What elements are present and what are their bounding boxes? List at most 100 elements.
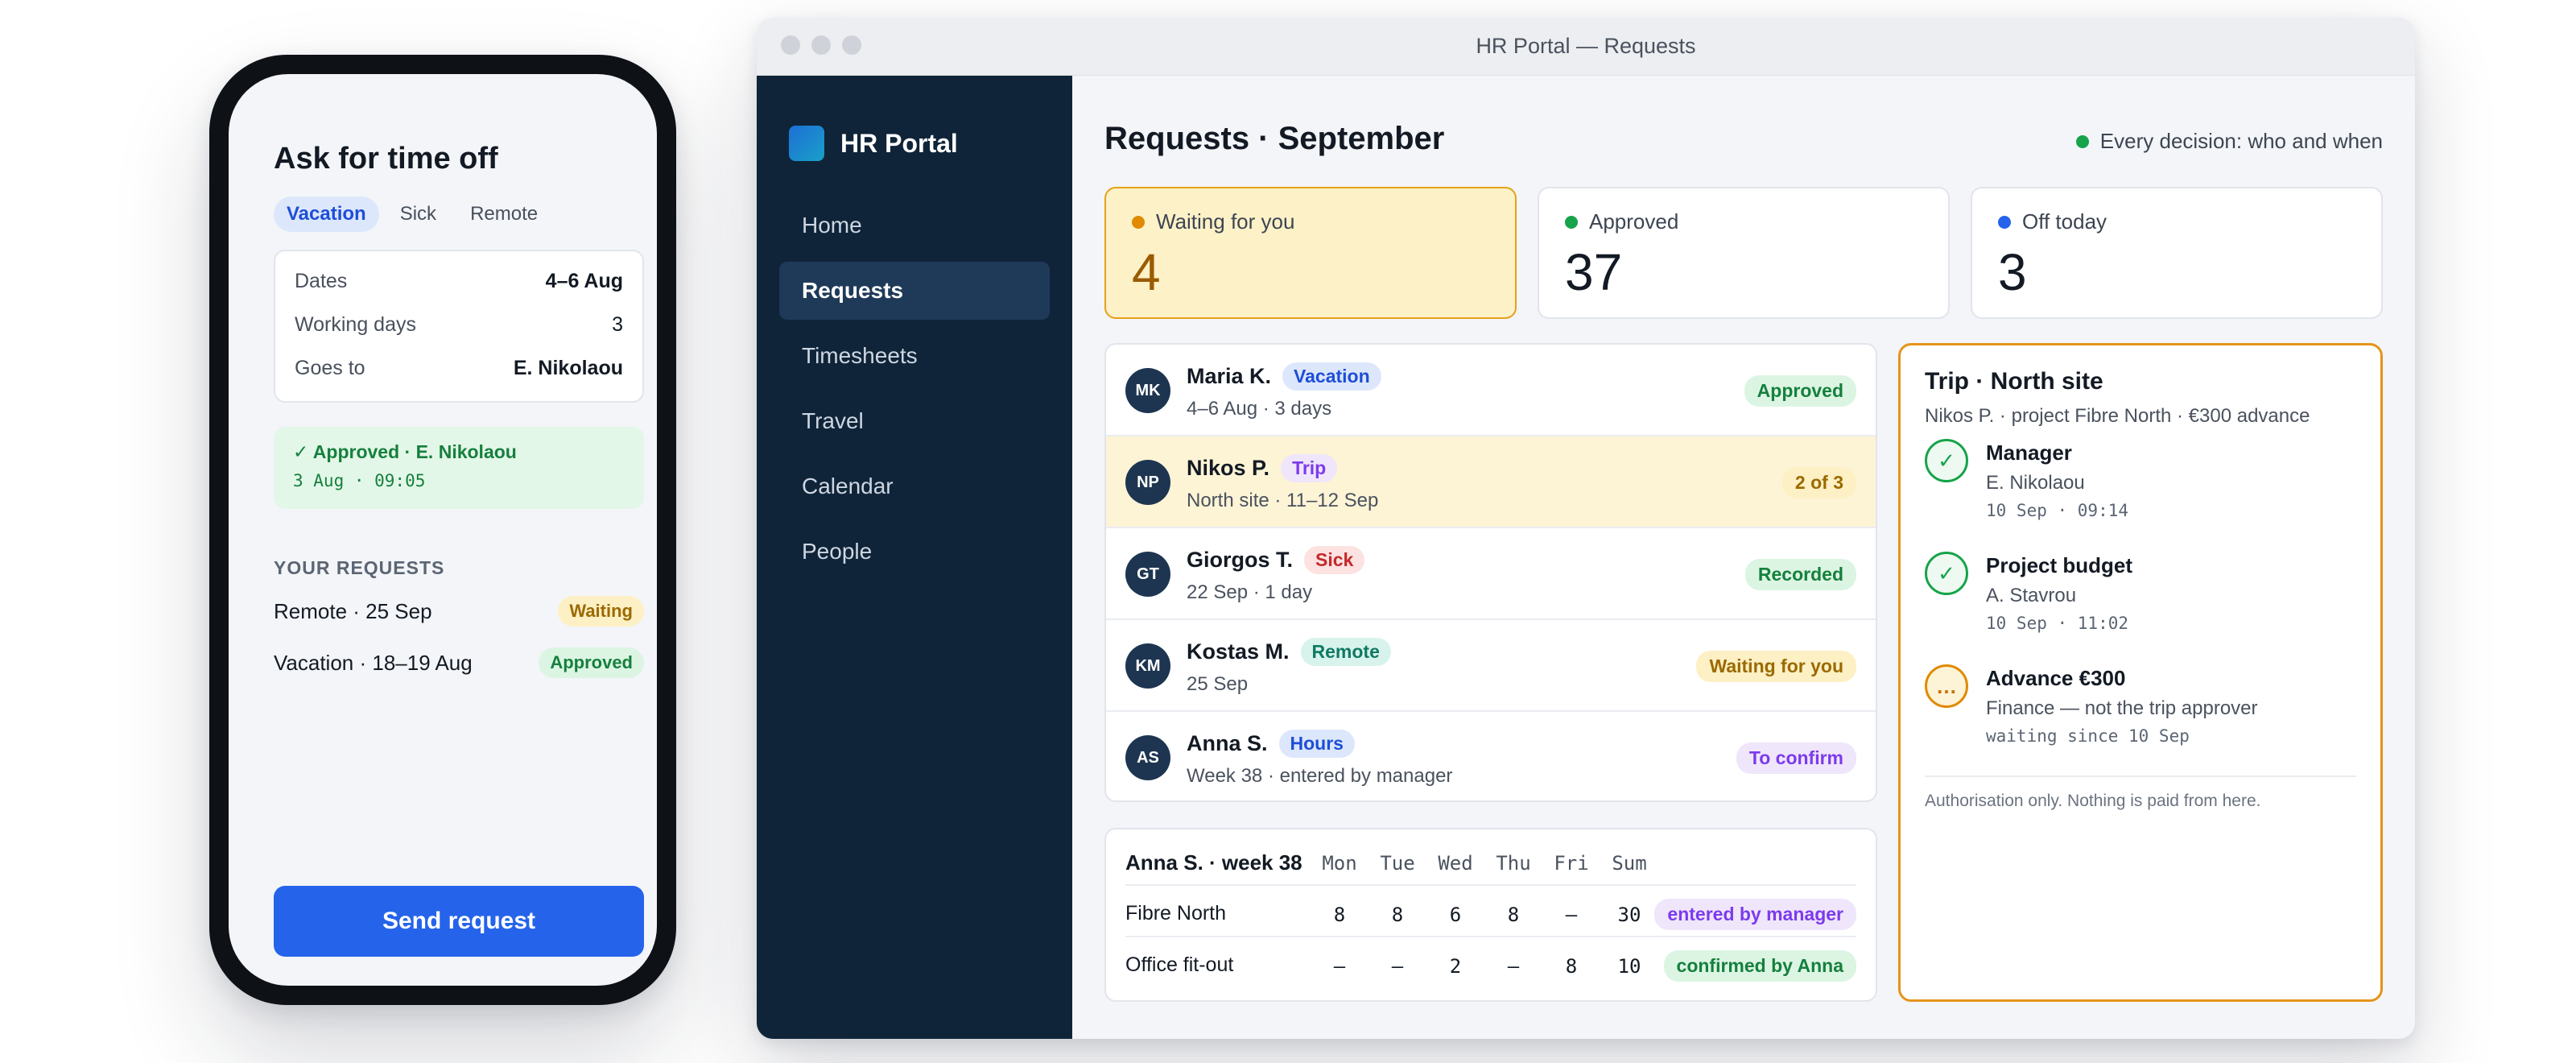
table-row[interactable]: MK Maria K. Vacation 4–6 Aug · 3 days App… xyxy=(1106,345,1876,436)
sidebar-item-requests[interactable]: Requests xyxy=(779,262,1050,320)
stat-label: Off today xyxy=(2022,209,2107,234)
table-row[interactable]: NP Nikos P. Trip North site · 11–12 Sep 2… xyxy=(1106,436,1876,528)
title-bar: HR Portal — Requests xyxy=(757,18,2415,76)
day-header: Sum xyxy=(1612,852,1647,875)
goes-to-label: Goes to xyxy=(295,356,365,379)
sidebar-item-calendar[interactable]: Calendar xyxy=(779,457,1050,515)
approval-step: … Advance €300 Finance — not the trip ap… xyxy=(1925,664,2356,766)
stat-label: Waiting for you xyxy=(1156,209,1295,234)
sidebar: HR Portal Home Requests Timesheets Trave… xyxy=(757,76,1072,1039)
sidebar-item-timesheets[interactable]: Timesheets xyxy=(779,327,1050,385)
sidebar-nav: Home Requests Timesheets Travel Calendar… xyxy=(779,196,1050,588)
hours-cell: – xyxy=(1333,955,1346,978)
sidebar-item-people[interactable]: People xyxy=(779,523,1050,581)
stat-label: Approved xyxy=(1589,209,1679,234)
request-details: 4–6 Aug · 3 days xyxy=(1187,398,1332,420)
status-dot-icon xyxy=(2075,134,2089,148)
dates-value: 4–6 Aug xyxy=(545,269,623,292)
detail-title: Trip · North site xyxy=(1925,368,2103,395)
status-dot-icon xyxy=(1998,215,2011,229)
list-item[interactable]: Vacation · 18–19 Aug Approved xyxy=(274,647,644,678)
status-badge: Waiting for you xyxy=(1696,651,1856,682)
hours-cell: 8 xyxy=(1565,955,1578,978)
tab-vacation[interactable]: Vacation xyxy=(274,196,379,232)
stat-card-off-today[interactable]: Off today 3 xyxy=(1971,187,2383,319)
page-title: Requests · September xyxy=(1104,121,1445,156)
status-badge: 2 of 3 xyxy=(1781,467,1856,498)
stat-value: 37 xyxy=(1565,243,1623,301)
brand-name: HR Portal xyxy=(840,128,958,158)
dates-label: Dates xyxy=(295,269,348,292)
status-dot-icon xyxy=(1132,215,1145,229)
table-row[interactable]: KM Kostas M. Remote 25 Sep Waiting for yo… xyxy=(1106,620,1876,712)
main-content: Requests · September Every decision: who… xyxy=(1072,76,2415,1039)
avatar: GT xyxy=(1125,552,1170,597)
divider xyxy=(1925,776,2356,777)
employee-name: Maria K. xyxy=(1187,364,1272,388)
day-header: Tue xyxy=(1380,852,1415,875)
step-role: Project budget xyxy=(1986,553,2133,577)
step-approver: A. Stavrou xyxy=(1986,585,2077,606)
step-timestamp: 10 Sep · 09:14 xyxy=(1986,501,2129,520)
sidebar-item-home[interactable]: Home xyxy=(779,196,1050,254)
request-details: 22 Sep · 1 day xyxy=(1187,581,1313,603)
goes-to-field[interactable]: Goes to E. Nikolaou xyxy=(295,346,623,390)
request-label: Remote · 25 Sep xyxy=(274,598,432,623)
table-row[interactable]: AS Anna S. Hours Week 38 · entered by man… xyxy=(1106,712,1876,800)
request-label: Vacation · 18–19 Aug xyxy=(274,650,473,675)
check-icon: ✓ xyxy=(1925,439,1968,482)
hours-cell: 8 xyxy=(1507,904,1520,926)
goes-to-value: E. Nikolaou xyxy=(513,356,623,379)
approval-step: ✓ Project budget A. Stavrou 10 Sep · 11:… xyxy=(1925,552,2356,653)
step-role: Advance €300 xyxy=(1986,666,2126,690)
send-request-button[interactable]: Send request xyxy=(274,886,644,957)
working-days-field: Working days 3 xyxy=(295,303,623,346)
window-title: HR Portal — Requests xyxy=(1476,34,1696,58)
status-badge: Recorded xyxy=(1744,559,1856,590)
your-requests-heading: YOUR REQUESTS xyxy=(274,557,445,578)
hours-cell: 6 xyxy=(1449,904,1462,926)
tab-remote[interactable]: Remote xyxy=(457,196,551,232)
avatar: NP xyxy=(1125,460,1170,505)
step-timestamp: 10 Sep · 11:02 xyxy=(1986,614,2129,633)
request-type-tag: Remote xyxy=(1300,638,1391,666)
dates-field[interactable]: Dates 4–6 Aug xyxy=(295,259,623,303)
hours-cell: – xyxy=(1565,904,1578,926)
status-badge: To confirm xyxy=(1736,742,1856,774)
employee-name: Giorgos T. xyxy=(1187,548,1294,572)
working-days-value: 3 xyxy=(612,312,623,336)
request-details: North site · 11–12 Sep xyxy=(1187,490,1379,511)
day-header: Mon xyxy=(1322,852,1357,875)
request-type-tag: Vacation xyxy=(1282,362,1381,391)
avatar: AS xyxy=(1125,735,1170,780)
avatar: KM xyxy=(1125,643,1170,689)
audit-note-text: Every decision: who and when xyxy=(2099,129,2383,153)
employee-name: Anna S. xyxy=(1187,731,1268,755)
status-badge: Approved xyxy=(1744,375,1856,407)
table-row[interactable]: GT Giorgos T. Sick 22 Sep · 1 day Recorde… xyxy=(1106,528,1876,620)
avatar: MK xyxy=(1125,368,1170,413)
hours-cell: – xyxy=(1391,955,1404,978)
phone-screen: Ask for time off Vacation Sick Remote Da… xyxy=(229,74,657,986)
detail-footer-note: Authorisation only. Nothing is paid from… xyxy=(1925,792,2261,810)
project-name: Office fit-out xyxy=(1125,953,1234,976)
list-item[interactable]: Remote · 25 Sep Waiting xyxy=(274,596,644,627)
approval-banner: ✓ Approved · E. Nikolaou 3 Aug · 09:05 xyxy=(274,427,644,509)
stat-value: 3 xyxy=(1998,243,2027,301)
hours-cell: – xyxy=(1507,955,1520,978)
stat-card-approved[interactable]: Approved 37 xyxy=(1538,187,1950,319)
timesheet-header: Anna S. · week 38 Mon Tue Wed Thu Fri Su… xyxy=(1125,838,1856,886)
step-role: Manager xyxy=(1986,441,2072,465)
brand-logo-icon xyxy=(789,126,824,161)
tab-sick[interactable]: Sick xyxy=(387,196,449,232)
phone-device: Ask for time off Vacation Sick Remote Da… xyxy=(209,55,676,1005)
request-type-tag: Sick xyxy=(1304,546,1365,574)
hours-sum: 10 xyxy=(1617,955,1641,978)
stat-value: 4 xyxy=(1132,243,1161,301)
hours-cell: 2 xyxy=(1449,955,1462,978)
sidebar-item-travel[interactable]: Travel xyxy=(779,392,1050,450)
time-off-type-tabs: Vacation Sick Remote xyxy=(274,196,551,232)
hours-sum: 30 xyxy=(1617,904,1641,926)
stat-card-waiting[interactable]: Waiting for you 4 xyxy=(1104,187,1517,319)
hr-portal-window: HR Portal — Requests HR Portal Home Requ… xyxy=(757,18,2415,1039)
